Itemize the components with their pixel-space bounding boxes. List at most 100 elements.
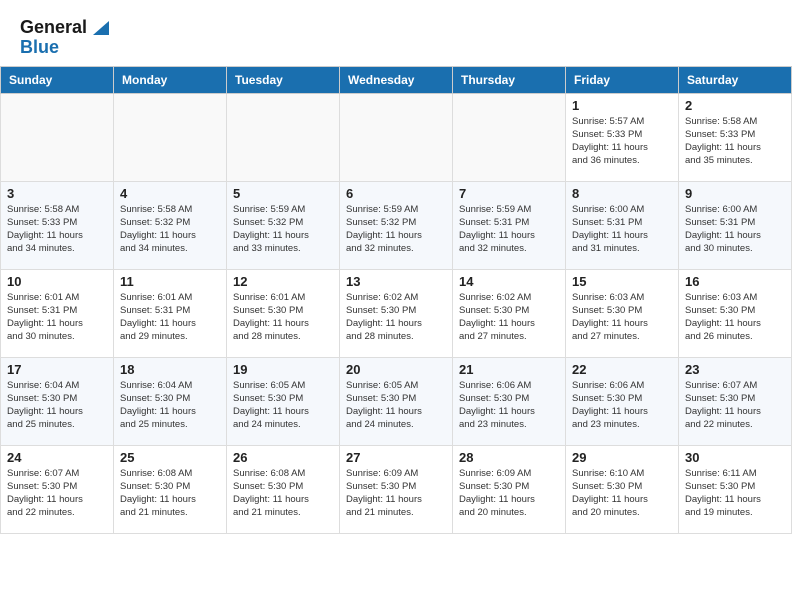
day-number: 9	[685, 186, 785, 201]
day-info: Sunrise: 6:10 AM Sunset: 5:30 PM Dayligh…	[572, 467, 672, 520]
day-number: 2	[685, 98, 785, 113]
weekday-header-sunday: Sunday	[1, 66, 114, 93]
day-number: 12	[233, 274, 333, 289]
calendar-cell: 7 Sunrise: 5:59 AM Sunset: 5:31 PM Daylig…	[453, 181, 566, 269]
calendar-cell: 4Sunrise: 5:58 AM Sunset: 5:32 PM Daylig…	[114, 181, 227, 269]
day-info: Sunrise: 6:01 AM Sunset: 5:31 PM Dayligh…	[7, 291, 107, 344]
calendar-cell: 6Sunrise: 5:59 AM Sunset: 5:32 PM Daylig…	[340, 181, 453, 269]
day-info: Sunrise: 6:02 AM Sunset: 5:30 PM Dayligh…	[459, 291, 559, 344]
day-info: Sunrise: 6:07 AM Sunset: 5:30 PM Dayligh…	[7, 467, 107, 520]
day-info: Sunrise: 6:04 AM Sunset: 5:30 PM Dayligh…	[120, 379, 220, 432]
calendar-cell: 30 Sunrise: 6:11 AM Sunset: 5:30 PM Dayli…	[679, 445, 792, 533]
day-number: 24	[7, 450, 107, 465]
day-number: 23	[685, 362, 785, 377]
day-number: 13	[346, 274, 446, 289]
day-info: Sunrise: 6:01 AM Sunset: 5:31 PM Dayligh…	[120, 291, 220, 344]
calendar-cell: 19 Sunrise: 6:05 AM Sunset: 5:30 PM Dayli…	[227, 357, 340, 445]
calendar-cell: 17 Sunrise: 6:04 AM Sunset: 5:30 PM Dayli…	[1, 357, 114, 445]
day-number: 11	[120, 274, 220, 289]
day-number: 22	[572, 362, 672, 377]
day-info: Sunrise: 5:59 AM Sunset: 5:31 PM Dayligh…	[459, 203, 559, 256]
calendar-cell: 18 Sunrise: 6:04 AM Sunset: 5:30 PM Dayli…	[114, 357, 227, 445]
weekday-header-monday: Monday	[114, 66, 227, 93]
day-number: 7	[459, 186, 559, 201]
day-info: Sunrise: 6:00 AM Sunset: 5:31 PM Dayligh…	[572, 203, 672, 256]
day-info: Sunrise: 5:59 AM Sunset: 5:32 PM Dayligh…	[346, 203, 446, 256]
calendar-cell: 3 Sunrise: 5:58 AM Sunset: 5:33 PM Daylig…	[1, 181, 114, 269]
day-info: Sunrise: 5:58 AM Sunset: 5:32 PM Dayligh…	[120, 203, 220, 256]
day-number: 21	[459, 362, 559, 377]
calendar-table: SundayMondayTuesdayWednesdayThursdayFrid…	[0, 66, 792, 534]
calendar-cell: 8Sunrise: 6:00 AM Sunset: 5:31 PM Daylig…	[566, 181, 679, 269]
logo-blue: Blue	[20, 38, 109, 58]
weekday-header-wednesday: Wednesday	[340, 66, 453, 93]
calendar-cell: 13Sunrise: 6:02 AM Sunset: 5:30 PM Dayli…	[340, 269, 453, 357]
calendar-cell	[453, 93, 566, 181]
day-info: Sunrise: 6:11 AM Sunset: 5:30 PM Dayligh…	[685, 467, 785, 520]
page-header: General Blue	[0, 0, 792, 66]
calendar-cell: 14Sunrise: 6:02 AM Sunset: 5:30 PM Dayli…	[453, 269, 566, 357]
day-number: 26	[233, 450, 333, 465]
day-number: 30	[685, 450, 785, 465]
calendar-cell: 2 Sunrise: 5:58 AM Sunset: 5:33 PM Daylig…	[679, 93, 792, 181]
calendar-cell: 1 Sunrise: 5:57 AM Sunset: 5:33 PM Daylig…	[566, 93, 679, 181]
calendar-cell: 26 Sunrise: 6:08 AM Sunset: 5:30 PM Dayli…	[227, 445, 340, 533]
calendar-cell: 28 Sunrise: 6:09 AM Sunset: 5:30 PM Dayli…	[453, 445, 566, 533]
day-number: 20	[346, 362, 446, 377]
day-info: Sunrise: 6:00 AM Sunset: 5:31 PM Dayligh…	[685, 203, 785, 256]
calendar-cell: 15 Sunrise: 6:03 AM Sunset: 5:30 PM Dayli…	[566, 269, 679, 357]
calendar-cell	[340, 93, 453, 181]
day-info: Sunrise: 5:57 AM Sunset: 5:33 PM Dayligh…	[572, 115, 672, 168]
calendar-cell: 10 Sunrise: 6:01 AM Sunset: 5:31 PM Dayli…	[1, 269, 114, 357]
calendar-cell: 20 Sunrise: 6:05 AM Sunset: 5:30 PM Dayli…	[340, 357, 453, 445]
day-number: 15	[572, 274, 672, 289]
day-info: Sunrise: 6:05 AM Sunset: 5:30 PM Dayligh…	[233, 379, 333, 432]
day-info: Sunrise: 6:09 AM Sunset: 5:30 PM Dayligh…	[459, 467, 559, 520]
calendar-cell: 29 Sunrise: 6:10 AM Sunset: 5:30 PM Dayli…	[566, 445, 679, 533]
day-info: Sunrise: 6:03 AM Sunset: 5:30 PM Dayligh…	[685, 291, 785, 344]
day-number: 29	[572, 450, 672, 465]
calendar-cell: 11 Sunrise: 6:01 AM Sunset: 5:31 PM Dayli…	[114, 269, 227, 357]
day-number: 27	[346, 450, 446, 465]
day-number: 25	[120, 450, 220, 465]
weekday-header-tuesday: Tuesday	[227, 66, 340, 93]
day-info: Sunrise: 6:09 AM Sunset: 5:30 PM Dayligh…	[346, 467, 446, 520]
day-info: Sunrise: 6:04 AM Sunset: 5:30 PM Dayligh…	[7, 379, 107, 432]
calendar-cell: 27 Sunrise: 6:09 AM Sunset: 5:30 PM Dayli…	[340, 445, 453, 533]
day-info: Sunrise: 6:06 AM Sunset: 5:30 PM Dayligh…	[572, 379, 672, 432]
day-number: 16	[685, 274, 785, 289]
calendar-cell: 24 Sunrise: 6:07 AM Sunset: 5:30 PM Dayli…	[1, 445, 114, 533]
day-number: 17	[7, 362, 107, 377]
weekday-header-saturday: Saturday	[679, 66, 792, 93]
day-number: 28	[459, 450, 559, 465]
calendar-cell	[227, 93, 340, 181]
calendar-cell: 5 Sunrise: 5:59 AM Sunset: 5:32 PM Daylig…	[227, 181, 340, 269]
calendar-cell: 16 Sunrise: 6:03 AM Sunset: 5:30 PM Dayli…	[679, 269, 792, 357]
calendar-cell: 12 Sunrise: 6:01 AM Sunset: 5:30 PM Dayli…	[227, 269, 340, 357]
calendar-cell	[114, 93, 227, 181]
day-number: 5	[233, 186, 333, 201]
calendar-cell: 25Sunrise: 6:08 AM Sunset: 5:30 PM Dayli…	[114, 445, 227, 533]
calendar-cell: 22 Sunrise: 6:06 AM Sunset: 5:30 PM Dayli…	[566, 357, 679, 445]
calendar-cell: 9 Sunrise: 6:00 AM Sunset: 5:31 PM Daylig…	[679, 181, 792, 269]
day-info: Sunrise: 6:05 AM Sunset: 5:30 PM Dayligh…	[346, 379, 446, 432]
day-info: Sunrise: 6:03 AM Sunset: 5:30 PM Dayligh…	[572, 291, 672, 344]
day-info: Sunrise: 6:01 AM Sunset: 5:30 PM Dayligh…	[233, 291, 333, 344]
day-info: Sunrise: 6:08 AM Sunset: 5:30 PM Dayligh…	[233, 467, 333, 520]
calendar-cell: 23 Sunrise: 6:07 AM Sunset: 5:30 PM Dayli…	[679, 357, 792, 445]
day-info: Sunrise: 5:58 AM Sunset: 5:33 PM Dayligh…	[7, 203, 107, 256]
day-info: Sunrise: 5:58 AM Sunset: 5:33 PM Dayligh…	[685, 115, 785, 168]
day-number: 18	[120, 362, 220, 377]
day-number: 19	[233, 362, 333, 377]
day-number: 1	[572, 98, 672, 113]
day-info: Sunrise: 6:07 AM Sunset: 5:30 PM Dayligh…	[685, 379, 785, 432]
day-info: Sunrise: 5:59 AM Sunset: 5:32 PM Dayligh…	[233, 203, 333, 256]
day-number: 10	[7, 274, 107, 289]
logo-general: General	[20, 18, 87, 38]
weekday-header-friday: Friday	[566, 66, 679, 93]
day-number: 3	[7, 186, 107, 201]
weekday-header-thursday: Thursday	[453, 66, 566, 93]
day-info: Sunrise: 6:06 AM Sunset: 5:30 PM Dayligh…	[459, 379, 559, 432]
calendar-cell	[1, 93, 114, 181]
logo: General Blue	[20, 18, 109, 58]
